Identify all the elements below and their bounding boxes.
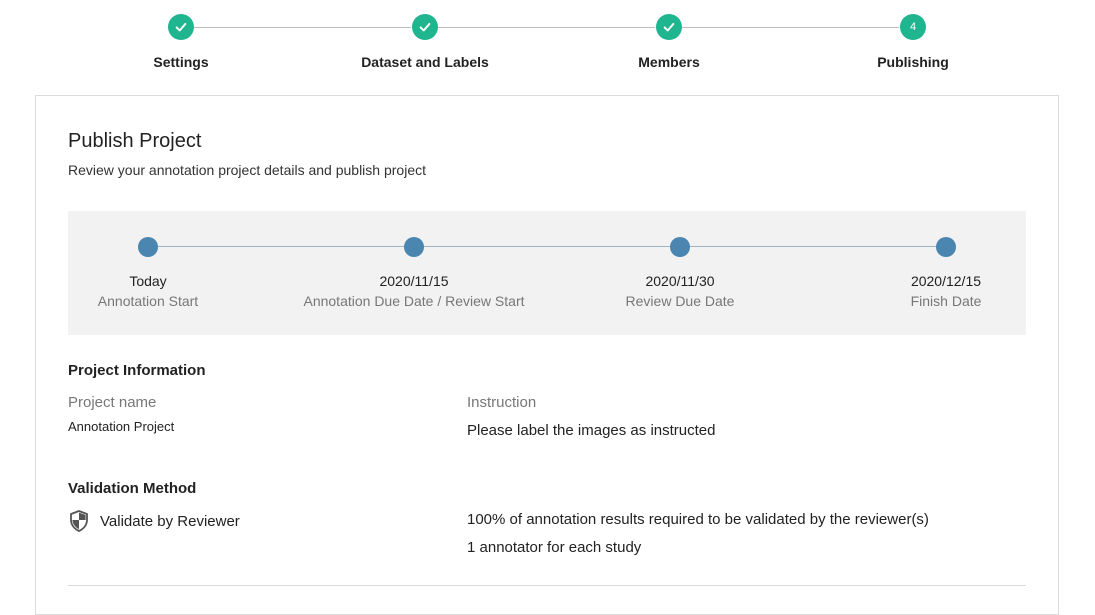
step-label: Dataset and Labels [361,54,489,70]
timeline-label: Review Due Date [625,293,735,309]
timeline-point-annotation-start: Today Annotation Start [18,237,278,309]
step-publishing[interactable]: 4 Publishing [813,14,1013,70]
step-number-badge: 4 [900,14,926,40]
check-icon [412,14,438,40]
timeline-point-review-due: 2020/11/30 Review Due Date [550,237,810,309]
timeline-label: Finish Date [910,293,982,309]
validation-method-value: Validate by Reviewer [100,512,240,530]
timeline-dot [670,237,690,257]
page-subtitle: Review your annotation project details a… [68,162,426,178]
step-members[interactable]: Members [569,14,769,70]
instruction-value: Please label the images as instructed [467,422,716,439]
project-name-label: Project name [68,394,157,411]
step-label: Settings [153,54,209,70]
project-name-value: Annotation Project [68,419,175,434]
check-icon [656,14,682,40]
timeline-point-annotation-due: 2020/11/15 Annotation Due Date / Review … [284,237,544,309]
timeline-date: 2020/11/30 [645,273,715,289]
publish-project-card: Publish Project Review your annotation p… [35,95,1059,615]
shield-icon [68,510,90,532]
validation-method-heading: Validation Method [68,480,197,497]
timeline-date: Today [129,273,167,289]
project-information-heading: Project Information [68,362,206,379]
step-dataset-and-labels[interactable]: Dataset and Labels [325,14,525,70]
validation-method: Validate by Reviewer [68,510,240,532]
timeline-dot [936,237,956,257]
project-timeline: Today Annotation Start 2020/11/15 Annota… [68,211,1026,335]
timeline-dot [404,237,424,257]
timeline-date: 2020/11/15 [379,273,449,289]
step-settings[interactable]: Settings [81,14,281,70]
step-label: Members [638,54,700,70]
progress-stepper: Settings Dataset and Labels Members 4 Pu… [0,0,1095,90]
timeline-label: Annotation Due Date / Review Start [303,293,525,309]
instruction-label: Instruction [467,394,537,411]
timeline-label: Annotation Start [97,293,199,309]
validation-detail: 100% of annotation results required to b… [467,511,929,528]
page-title: Publish Project [68,130,202,152]
check-icon [168,14,194,40]
timeline-date: 2020/12/15 [910,273,982,289]
timeline-point-finish: 2020/12/15 Finish Date [816,237,1076,309]
section-divider [68,585,1026,586]
step-label: Publishing [877,54,949,70]
validation-detail: 1 annotator for each study [467,539,642,556]
timeline-dot [138,237,158,257]
